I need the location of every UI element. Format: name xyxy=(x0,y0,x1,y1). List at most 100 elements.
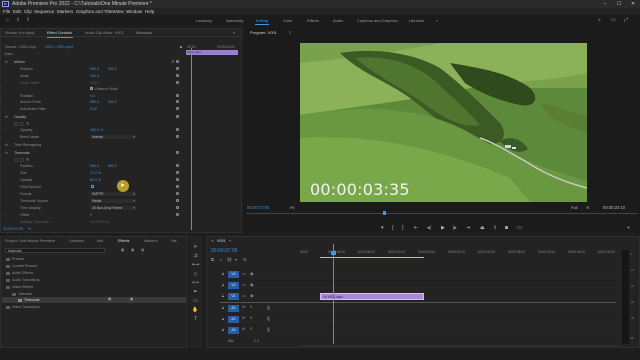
tab-info[interactable]: Info xyxy=(97,239,103,243)
linked-selection-icon[interactable]: ⛓ xyxy=(227,257,232,262)
mask-ellipse-icon[interactable]: ◯ xyxy=(14,157,18,162)
keyframe-toggle-icon[interactable] xyxy=(176,100,179,103)
sequence-label[interactable]: V001 • V001.mp4 xyxy=(45,45,73,49)
track-select-tool-icon[interactable]: ⇉ xyxy=(192,253,199,260)
quality-dropdown[interactable]: Full xyxy=(571,205,577,210)
microphone-icon[interactable]: 🎙︎ xyxy=(266,316,271,321)
keyframe-toggle-icon[interactable] xyxy=(176,171,179,174)
keyframe-toggle-icon[interactable] xyxy=(176,213,179,216)
menu-edit[interactable]: Edit xyxy=(13,9,21,14)
workspace-libraries[interactable]: Libraries xyxy=(409,18,424,23)
timecode-effect-label[interactable]: Timecode xyxy=(14,151,30,155)
opacity-value[interactable]: 100.0 % xyxy=(90,128,103,132)
fullscreen-icon[interactable]: ⤢ xyxy=(624,17,628,23)
fx-icon[interactable]: fx xyxy=(5,143,8,147)
antiflicker-value[interactable]: 0.00 xyxy=(90,107,97,111)
mark-out-icon[interactable]: } xyxy=(402,225,404,231)
keyframe-toggle-icon[interactable] xyxy=(176,164,179,167)
chevron-right-icon[interactable]: › xyxy=(5,74,6,78)
close-sequence-icon[interactable]: ✕ xyxy=(211,239,214,243)
format-dropdown[interactable]: SMPTE xyxy=(90,192,136,196)
ec-clip-bar[interactable]: V001.mp4 xyxy=(186,50,238,55)
tc-opacity-value[interactable]: 60.0 % xyxy=(90,178,101,182)
mark-in-icon[interactable]: { xyxy=(392,225,394,231)
timeline-playhead-handle[interactable] xyxy=(331,251,336,255)
chevron-right-icon[interactable]: › xyxy=(5,178,6,182)
timeline-menu-icon[interactable]: ≡ xyxy=(229,239,231,243)
timeline-scrollbar[interactable] xyxy=(300,345,620,348)
tc-position-y[interactable]: 882.0 xyxy=(108,164,117,168)
import-icon[interactable]: ⇩ xyxy=(16,17,20,23)
keyframe-toggle-icon[interactable] xyxy=(176,206,179,209)
play-icon[interactable]: ▶ xyxy=(441,225,445,231)
sync-lock-icon[interactable]: ▭ xyxy=(242,282,246,287)
hand-tool-icon[interactable]: ✋ xyxy=(192,307,199,314)
track-v2-label[interactable]: V2 xyxy=(228,282,239,289)
rotation-value[interactable]: 0.0 xyxy=(90,94,95,98)
time-remapping-label[interactable]: Time Remapping xyxy=(14,143,41,147)
workspace-effects[interactable]: Effects xyxy=(307,18,319,23)
microphone-icon[interactable]: 🎙︎ xyxy=(266,305,271,310)
keyframe-toggle-icon[interactable] xyxy=(176,67,179,70)
keyframe-toggle-icon[interactable] xyxy=(176,178,179,181)
timeline-ruler[interactable]: 00:00 00:00:04:00 00:00:08:00 00:00:12:0… xyxy=(300,244,620,258)
offset-value[interactable]: 0 xyxy=(90,213,92,217)
wrench-icon[interactable]: ⚙ xyxy=(586,205,590,210)
tab-effects[interactable]: Effects xyxy=(118,239,130,243)
menu-help[interactable]: Help xyxy=(145,9,154,14)
compare-view-icon[interactable]: ▭ xyxy=(517,225,522,231)
play-only-audio-icon[interactable]: ▶ xyxy=(180,45,183,49)
filter-icon[interactable]: ⏷ xyxy=(28,227,31,231)
tree-item-audio-transitions[interactable]: Audio Transitions xyxy=(6,278,40,282)
export-frame-icon[interactable]: ◙ xyxy=(505,225,508,231)
track-v3-label[interactable]: V3 xyxy=(228,271,239,278)
32bit-effects-icon[interactable]: ▣ xyxy=(131,248,134,252)
yuv-effects-icon[interactable]: ▤ xyxy=(141,248,144,252)
reset-icon[interactable] xyxy=(176,60,179,63)
keyframe-toggle-icon[interactable] xyxy=(176,192,179,195)
timeline-current-time[interactable]: 00:00:07:05 xyxy=(211,248,237,254)
keyframe-toggle-icon[interactable] xyxy=(176,128,179,131)
mask-rect-icon[interactable]: ▢ xyxy=(20,121,24,126)
lift-icon[interactable]: ⏏ xyxy=(480,225,485,231)
add-marker-icon[interactable]: ▾ xyxy=(235,257,237,262)
keyframe-toggle-icon[interactable] xyxy=(176,107,179,110)
menu-clip[interactable]: Clip xyxy=(24,9,32,14)
home-icon[interactable]: ⌂ xyxy=(6,17,9,23)
lock-icon[interactable]: 🔒︎ xyxy=(222,327,224,332)
export-icon[interactable]: ⇧ xyxy=(26,17,30,23)
sync-lock-icon[interactable]: ▭ xyxy=(242,271,246,276)
ec-current-time[interactable]: 00:00:07:05 xyxy=(3,227,23,231)
chevron-right-icon[interactable]: › xyxy=(5,164,6,168)
panel-menu-icon[interactable]: ≡ xyxy=(233,31,235,35)
program-scrub-bar[interactable] xyxy=(246,213,638,214)
chevron-right-icon[interactable]: › xyxy=(5,81,6,85)
menu-sequence[interactable]: Sequence xyxy=(34,9,54,14)
mask-rect-icon[interactable]: ▢ xyxy=(20,157,24,162)
program-current-time[interactable]: 00:00:07:05 xyxy=(247,205,269,210)
track-a3-label[interactable]: A3 xyxy=(228,327,239,334)
workspace-audio[interactable]: Audio xyxy=(333,18,343,23)
menu-markers[interactable]: Markers xyxy=(57,9,73,14)
tree-item-presets[interactable]: Presets xyxy=(6,257,24,261)
uniform-scale-checkbox[interactable]: ✓ xyxy=(90,87,93,90)
tc-position-x[interactable]: 960.0 xyxy=(90,164,99,168)
search-icon[interactable]: ⌕ xyxy=(598,17,601,23)
blend-mode-dropdown[interactable]: Normal xyxy=(90,135,136,139)
field-symbol-checkbox[interactable] xyxy=(91,185,94,188)
tab-project[interactable]: Project: One Minute Premiere xyxy=(5,239,55,243)
workspace-more[interactable]: » xyxy=(436,18,438,23)
fx-icon[interactable]: fx xyxy=(5,151,8,155)
close-button[interactable]: ✕ xyxy=(626,0,640,8)
program-menu-icon[interactable]: ≡ xyxy=(289,30,291,35)
mute-button[interactable]: M xyxy=(242,316,245,320)
ec-playhead[interactable] xyxy=(191,48,192,230)
reset-icon[interactable] xyxy=(176,151,179,154)
eye-icon[interactable]: ◉ xyxy=(250,282,254,287)
nest-icon[interactable]: ⧉ xyxy=(211,257,214,262)
mix-value[interactable]: 0.0 xyxy=(254,339,259,343)
solo-button[interactable]: S xyxy=(250,327,252,331)
timecode-source-dropdown[interactable]: Media xyxy=(90,199,136,203)
selection-tool-icon[interactable]: ➤ xyxy=(192,244,199,251)
keyframe-toggle-icon[interactable] xyxy=(176,135,179,138)
